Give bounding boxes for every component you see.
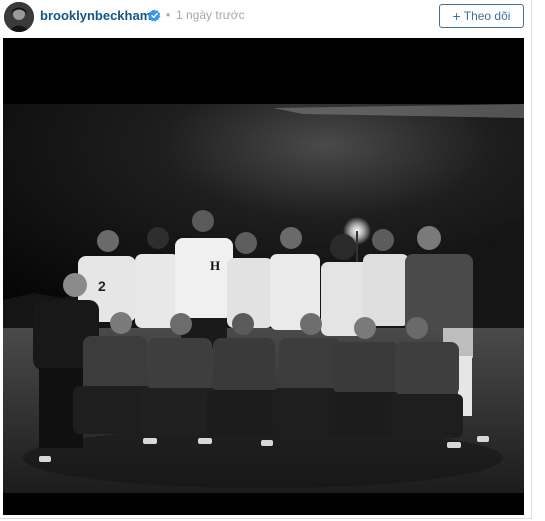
post-timestamp[interactable]: 1 ngày trước xyxy=(176,8,245,22)
verified-badge-icon xyxy=(148,9,161,22)
instagram-post-card: brooklynbeckham • 1 ngày trước + Theo dõ… xyxy=(0,0,532,519)
follow-button-label: Theo dõi xyxy=(463,9,511,23)
jersey-number: 2 xyxy=(98,278,106,294)
follow-button[interactable]: + Theo dõi xyxy=(439,4,524,28)
shirt-letter: H xyxy=(210,258,220,273)
post-photo[interactable]: 2 H xyxy=(3,38,524,515)
time-separator: • xyxy=(166,8,171,22)
post-header: brooklynbeckham • 1 ngày trước + Theo dõ… xyxy=(0,0,532,36)
avatar[interactable] xyxy=(4,2,34,32)
plus-icon: + xyxy=(452,8,461,24)
username-link[interactable]: brooklynbeckham xyxy=(40,8,151,23)
